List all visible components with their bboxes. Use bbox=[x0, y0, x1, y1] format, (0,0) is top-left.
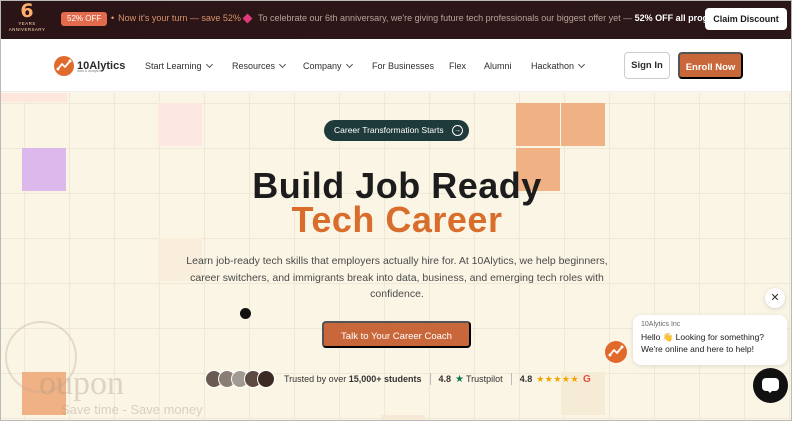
chevron-down-icon bbox=[577, 60, 586, 69]
nav-company[interactable]: Company bbox=[303, 60, 353, 71]
nav-item-label: For Businesses bbox=[372, 61, 435, 71]
nav-for-businesses[interactable]: For Businesses bbox=[372, 61, 434, 71]
promo-message-1-text: Now it's your turn — save 52% bbox=[118, 13, 241, 23]
decor-square bbox=[158, 103, 202, 146]
chat-launcher-button[interactable] bbox=[753, 368, 788, 403]
divider bbox=[429, 373, 431, 385]
logo-mark-icon bbox=[54, 56, 74, 76]
talk-to-career-coach-button[interactable]: Talk to Your Career Coach bbox=[322, 321, 471, 348]
chevron-down-icon bbox=[205, 60, 213, 69]
chat-company-name: 10Alytics Inc bbox=[641, 321, 681, 328]
trustpilot-score: 4.8 bbox=[438, 374, 452, 384]
site-logo[interactable]: 10Alytics data & analytics bbox=[54, 55, 125, 77]
chevron-down-icon bbox=[345, 60, 353, 69]
promo-message-2: To celebrate our 6th anniversary, we're … bbox=[258, 13, 730, 23]
chat-greeting-bubble[interactable]: 10Alytics Inc Hello 👋 Looking for someth… bbox=[633, 315, 787, 365]
discount-pill: 52% OFF bbox=[61, 12, 108, 26]
sign-in-button[interactable]: Sign In bbox=[624, 52, 670, 79]
watermark-text: oupon bbox=[39, 365, 124, 402]
nav-flex[interactable]: Flex bbox=[449, 61, 466, 71]
nav-item-label: Start Learning bbox=[145, 61, 202, 71]
arrow-right-icon: → bbox=[452, 125, 463, 136]
decor-square bbox=[1, 93, 67, 102]
nav-start-learning[interactable]: Start Learning bbox=[145, 60, 213, 71]
trustpilot-star-icon: ★ bbox=[455, 373, 464, 385]
google-icon: G bbox=[583, 373, 591, 385]
anniversary-label: ANNIVERSARY bbox=[8, 27, 46, 32]
avatar bbox=[257, 370, 275, 388]
enroll-now-button[interactable]: Enroll Now bbox=[678, 52, 743, 79]
promo-message-2-text: To celebrate our 6th anniversary, we're … bbox=[258, 13, 633, 23]
promo-message-1: • Now it's your turn — save 52% bbox=[111, 13, 241, 23]
nav-item-label: Hackathon bbox=[531, 61, 575, 71]
logo-subtext: data & analytics bbox=[77, 69, 102, 73]
chevron-down-icon bbox=[278, 60, 287, 69]
google-score: 4.8 bbox=[519, 374, 533, 384]
trust-count: 15,000+ students bbox=[348, 374, 422, 384]
trust-prefix: Trusted by over bbox=[284, 374, 347, 384]
pill-label: Career Transformation Starts bbox=[334, 125, 444, 135]
chat-message: Hello 👋 Looking for something? We're onl… bbox=[641, 332, 765, 354]
chat-close-button[interactable]: ✕ bbox=[765, 288, 785, 308]
chat-bubble-icon bbox=[762, 378, 779, 393]
decor-square bbox=[516, 103, 560, 146]
promo-banner: 6 YEARS ANNIVERSARY 52% OFF • Now it's yo… bbox=[1, 1, 791, 39]
cursor-dot bbox=[240, 308, 251, 319]
diamond-icon bbox=[242, 13, 253, 24]
decor-square bbox=[381, 415, 425, 420]
nav-item-label: Alumni bbox=[484, 61, 512, 71]
trustpilot-label: Trustpilot bbox=[466, 374, 503, 384]
nav-item-label: Company bbox=[303, 61, 342, 71]
anniversary-badge: 6 YEARS ANNIVERSARY bbox=[7, 2, 47, 38]
nav-alumni[interactable]: Alumni bbox=[484, 61, 512, 71]
claim-discount-button[interactable]: Claim Discount bbox=[705, 8, 787, 30]
chat-avatar-icon bbox=[605, 341, 627, 363]
hero-description: Learn job-ready tech skills that employe… bbox=[186, 255, 608, 300]
hero-title-line2: Tech Career bbox=[291, 199, 503, 240]
watermark-tagline: Save time - Save money bbox=[61, 402, 203, 417]
student-avatars bbox=[205, 370, 275, 388]
google-stars-icon: ★★★★★ bbox=[536, 373, 580, 384]
browser-viewport: 6 YEARS ANNIVERSARY 52% OFF • Now it's yo… bbox=[0, 0, 792, 421]
nav-hackathon[interactable]: Hackathon bbox=[531, 60, 586, 71]
career-transformation-pill[interactable]: Career Transformation Starts → bbox=[324, 120, 469, 141]
dot-icon: • bbox=[111, 13, 115, 23]
nav-item-label: Flex bbox=[449, 61, 467, 71]
decor-square bbox=[561, 103, 605, 146]
trust-row: Trusted by over 15,000+ students 4.8 ★ T… bbox=[205, 369, 591, 389]
nav-resources[interactable]: Resources bbox=[232, 60, 287, 71]
main-navigation: 10Alytics data & analytics Start Learnin… bbox=[1, 39, 791, 92]
nav-item-label: Resources bbox=[232, 61, 276, 71]
anniversary-number: 6 bbox=[20, 0, 34, 22]
divider bbox=[510, 373, 512, 385]
